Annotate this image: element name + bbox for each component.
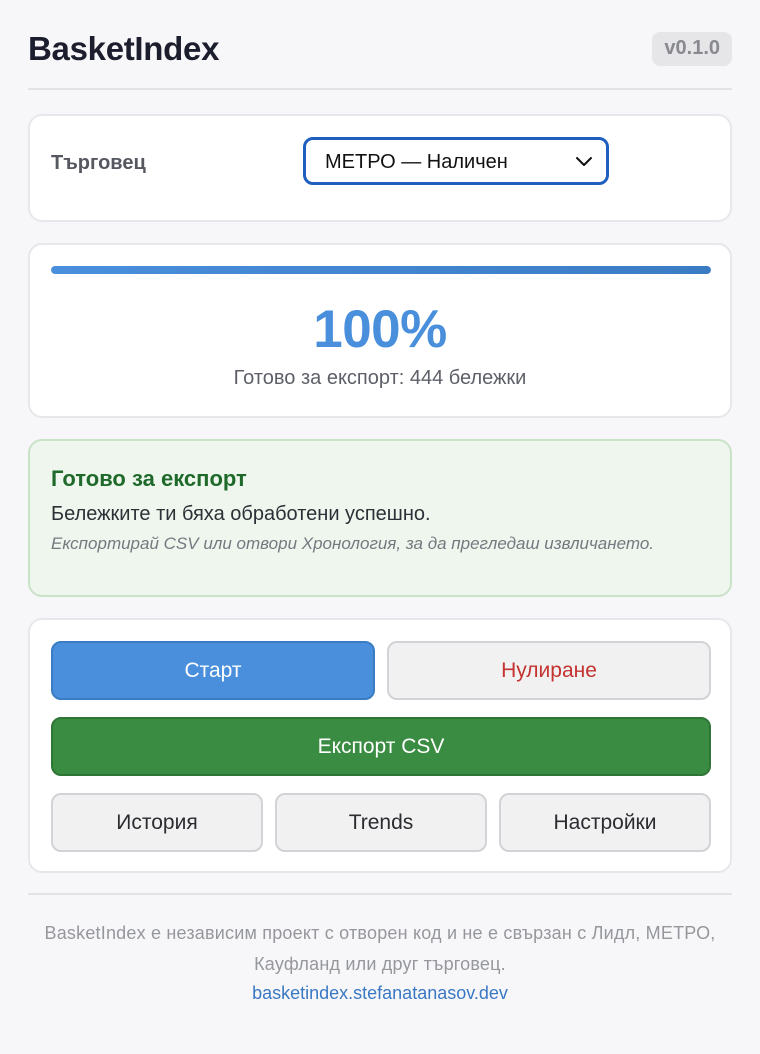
success-message: Бележките ти бяха обработени успешно. [51,503,431,525]
version-badge: v0.1.0 [652,32,732,66]
app-title: BasketIndex [28,30,220,67]
actions-card: Старт Нулиране Експорт CSV История Trend… [28,618,732,873]
success-alert: Готово за експорт Бележките ти бяха обра… [28,439,732,597]
merchant-select[interactable]: МЕТРО — Наличен [303,137,609,185]
footer-divider [28,893,732,895]
progress-status: Готово за експорт: 444 бележки [233,367,527,389]
footer-disclaimer: BasketIndex е независим проект с отворен… [44,923,716,974]
success-hint: Експортирай CSV или отвори Хронология, з… [51,534,655,553]
success-title: Готово за експорт [51,466,247,491]
progress-bar [51,266,711,274]
chevron-down-icon [576,157,592,166]
start-button[interactable]: Старт [51,641,375,700]
header: BasketIndex v0.1.0 [28,0,732,90]
history-button[interactable]: История [51,793,263,852]
trends-button[interactable]: Trends [275,793,487,852]
merchant-card: Търговец МЕТРО — Наличен [28,114,732,222]
footer-link[interactable]: basketindex.stefanatanasov.dev [28,983,732,1004]
popup-container: BasketIndex v0.1.0 Търговец МЕТРО — Нали… [28,0,732,1003]
reset-button[interactable]: Нулиране [387,641,711,700]
progress-bar-fill [51,266,711,274]
progress-card: 100% Готово за експорт: 444 бележки [28,243,732,418]
export-csv-button[interactable]: Експорт CSV [51,717,711,776]
merchant-label: Търговец [51,152,146,174]
progress-percent: 100% [313,300,447,359]
settings-button[interactable]: Настройки [499,793,711,852]
merchant-select-value: МЕТРО — Наличен [325,151,508,173]
